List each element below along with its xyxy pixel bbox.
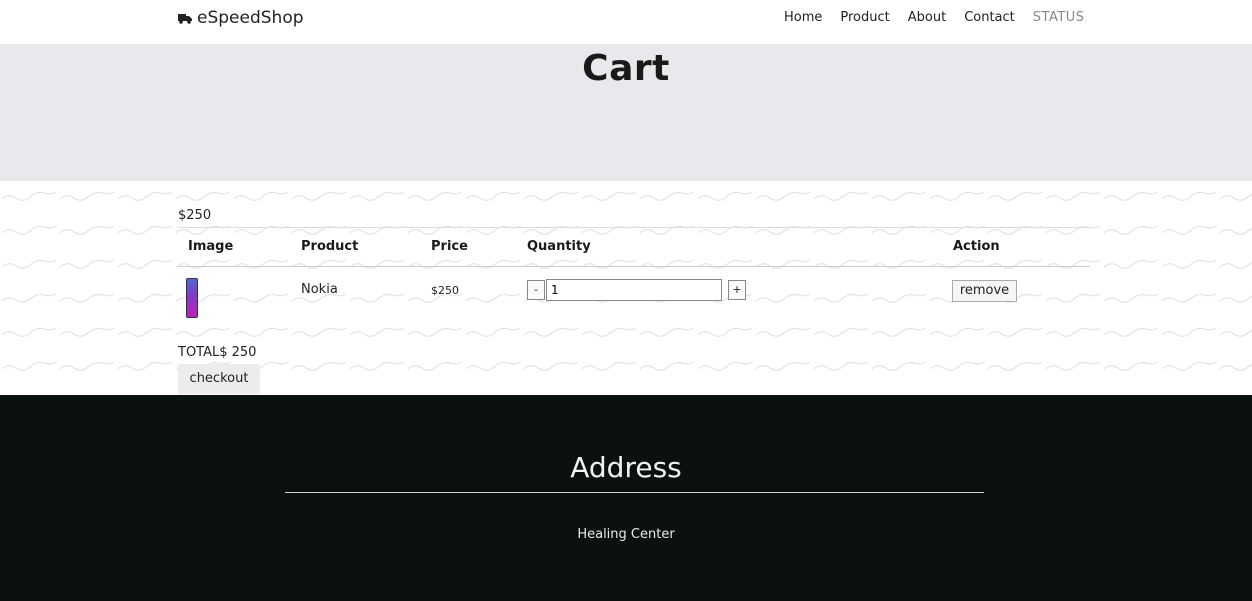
page-title: Cart xyxy=(582,48,670,89)
cart-subtotal: $250 xyxy=(178,208,212,223)
nav-home[interactable]: Home xyxy=(784,10,822,25)
column-header-quantity: Quantity xyxy=(527,239,591,254)
nav-contact[interactable]: Contact xyxy=(964,10,1015,25)
quantity-input[interactable] xyxy=(546,279,722,301)
column-header-price: Price xyxy=(431,239,468,254)
column-header-product: Product xyxy=(301,239,359,254)
truck-icon xyxy=(178,13,192,24)
quantity-increment-button[interactable]: + xyxy=(728,280,746,300)
hero-banner: Cart xyxy=(0,44,1252,181)
footer-divider xyxy=(285,492,984,493)
product-price: $250 xyxy=(431,284,459,297)
footer: Address Healing Center xyxy=(0,395,1252,601)
table-top-divider xyxy=(178,227,1090,228)
quantity-decrement-button[interactable]: - xyxy=(527,280,545,300)
brand-name: eSpeedShop xyxy=(197,8,304,28)
nav-links: Home Product About Contact STATUS xyxy=(784,10,1085,25)
navbar: eSpeedShop Home Product About Contact ST… xyxy=(0,0,1252,44)
brand-logo[interactable]: eSpeedShop xyxy=(178,8,304,28)
footer-heading: Address xyxy=(570,451,682,484)
checkout-button[interactable]: checkout xyxy=(178,364,260,394)
product-image xyxy=(186,278,198,318)
nav-product[interactable]: Product xyxy=(840,10,889,25)
table-header-divider xyxy=(178,266,1090,267)
column-header-image: Image xyxy=(188,239,234,254)
nav-about[interactable]: About xyxy=(908,10,946,25)
product-name: Nokia xyxy=(301,282,338,297)
cart-total: TOTAL$ 250 xyxy=(178,345,257,360)
footer-address: Healing Center xyxy=(577,527,675,542)
column-header-action: Action xyxy=(953,239,1000,254)
nav-status[interactable]: STATUS xyxy=(1033,10,1085,25)
remove-button[interactable]: remove xyxy=(952,280,1017,302)
